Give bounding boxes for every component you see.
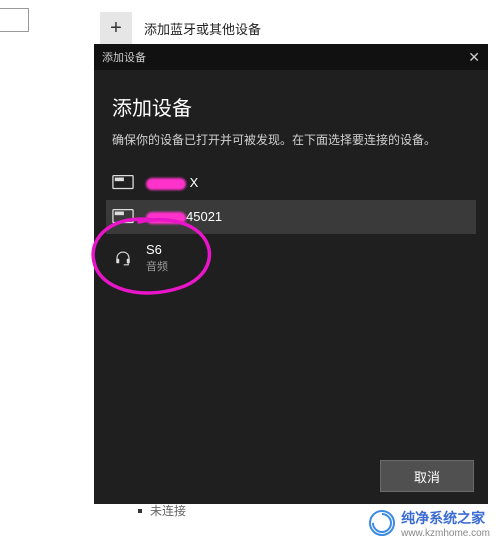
watermark-url: www.kzmhome.com <box>401 528 490 539</box>
device-name-1: 45021 <box>146 209 222 225</box>
watermark: 纯净系统之家 www.kzmhome.com <box>0 505 500 541</box>
bg-left-box <box>0 8 29 32</box>
redacted-mark <box>146 212 186 224</box>
add-device-label: 添加蓝牙或其他设备 <box>144 19 261 38</box>
cancel-button[interactable]: 取消 <box>380 460 474 492</box>
dialog-body: 添加设备 确保你的设备已打开并可被发现。在下面选择要连接的设备。 X 45021 <box>94 70 488 504</box>
device-item-2[interactable]: S6 音频 <box>106 234 476 282</box>
close-button[interactable]: ✕ <box>450 49 480 66</box>
display-icon <box>112 174 134 192</box>
watermark-brand: 纯净系统之家 <box>401 508 490 528</box>
device-subtitle-2: 音频 <box>146 258 168 274</box>
dialog-title: 添加设备 <box>112 92 470 121</box>
plus-icon: + <box>100 12 132 44</box>
add-device-dialog: 添加设备 ✕ 添加设备 确保你的设备已打开并可被发现。在下面选择要连接的设备。 … <box>94 44 488 504</box>
device-item-1[interactable]: 45021 <box>106 200 476 234</box>
dialog-subtitle: 确保你的设备已打开并可被发现。在下面选择要连接的设备。 <box>112 131 470 148</box>
display-icon <box>112 208 134 226</box>
device-name-0: X <box>146 175 198 191</box>
redacted-mark <box>146 178 186 190</box>
dialog-titlebar: 添加设备 ✕ <box>94 44 488 70</box>
device-text-2: S6 音频 <box>146 242 168 274</box>
logo-icon <box>369 510 395 536</box>
watermark-text: 纯净系统之家 www.kzmhome.com <box>401 508 490 539</box>
add-device-row[interactable]: + 添加蓝牙或其他设备 <box>100 12 261 44</box>
device-name-2: S6 <box>146 242 168 258</box>
headset-icon <box>112 249 134 267</box>
titlebar-text: 添加设备 <box>102 49 146 65</box>
device-item-0[interactable]: X <box>106 166 476 200</box>
